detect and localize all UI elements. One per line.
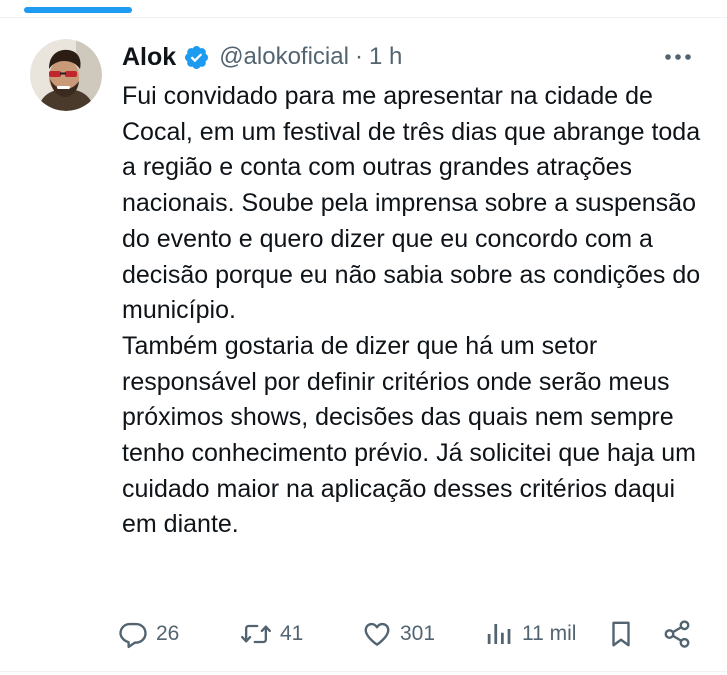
repost-button[interactable]: 41 — [240, 612, 303, 656]
verified-badge-icon — [183, 44, 210, 71]
action-bar: 26 41 301 11 mil — [118, 612, 698, 656]
author-handle[interactable]: @alokoficial — [219, 43, 349, 71]
reply-icon — [118, 619, 148, 649]
repost-count: 41 — [280, 622, 304, 645]
share-icon — [662, 619, 692, 649]
repost-icon — [240, 619, 272, 649]
like-count: 301 — [400, 622, 436, 645]
more-icon[interactable] — [660, 42, 696, 72]
bookmark-button[interactable] — [606, 612, 636, 656]
tweet-text: Fui convidado para me apresentar na cida… — [122, 79, 707, 543]
heart-icon — [362, 619, 392, 649]
views-icon — [484, 619, 514, 649]
views-count: 11 mil — [522, 622, 577, 645]
divider — [0, 671, 727, 672]
views-button[interactable]: 11 mil — [484, 612, 576, 656]
tweet-paragraph: Fui convidado para me apresentar na cida… — [122, 82, 701, 325]
like-button[interactable]: 301 — [362, 612, 435, 656]
tweet-paragraph: Também gostaria de dizer que há um setor… — [122, 331, 696, 539]
tab-indicator — [24, 7, 132, 13]
avatar[interactable] — [30, 39, 102, 111]
reply-button[interactable]: 26 — [118, 612, 179, 656]
separator: · — [354, 43, 363, 70]
author-name[interactable]: Alok — [122, 43, 176, 72]
tweet-header: Alok @alokoficial · 1 h — [122, 38, 402, 76]
bookmark-icon — [606, 619, 636, 649]
share-button[interactable] — [662, 612, 692, 656]
divider — [0, 17, 727, 18]
reply-count: 26 — [156, 622, 180, 645]
timestamp[interactable]: 1 h — [369, 43, 402, 71]
